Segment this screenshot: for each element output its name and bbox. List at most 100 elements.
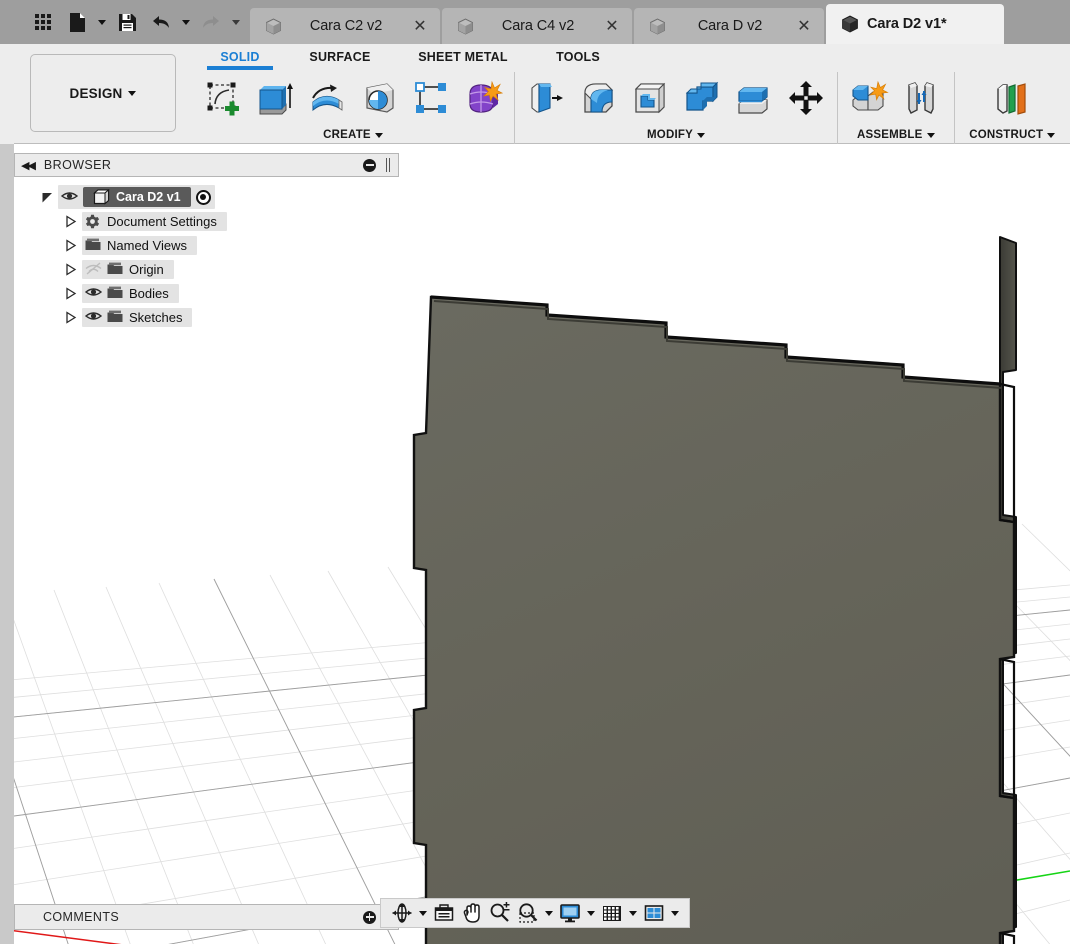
construct-panel-dropdown[interactable]: CONSTRUCT <box>955 129 1070 144</box>
view-navigation-bar <box>380 898 690 928</box>
redo-icon[interactable] <box>194 0 228 44</box>
document-tab-label: Cara C2 v2 <box>309 18 383 34</box>
extrude-icon[interactable] <box>250 74 300 122</box>
redo-dropdown-caret[interactable] <box>228 0 244 44</box>
document-tab-cara-c2[interactable]: Cara C2 v2 ✕ <box>250 8 440 44</box>
create-sketch-icon[interactable] <box>198 74 248 122</box>
fillet-icon[interactable] <box>573 74 623 122</box>
joint-icon[interactable] <box>896 74 946 122</box>
comments-panel[interactable]: COMMENTS <box>14 904 399 930</box>
ribbon-tab-label: SHEET METAL <box>418 50 508 64</box>
viewports-dropdown-caret[interactable] <box>669 900 681 926</box>
visibility-eye-hidden-icon[interactable] <box>85 262 102 276</box>
expand-triangle-icon[interactable] <box>64 262 78 276</box>
ribbon-tab-sheet-metal[interactable]: SHEET METAL <box>396 46 530 66</box>
display-settings-dropdown-caret[interactable] <box>585 900 597 926</box>
plus-circle-icon[interactable] <box>363 910 376 924</box>
combine-icon[interactable] <box>677 74 727 122</box>
left-edge-strip-top <box>0 0 14 44</box>
display-settings-icon[interactable] <box>557 900 583 926</box>
tree-row-named-views[interactable]: Named Views <box>14 233 399 257</box>
pan-icon[interactable] <box>459 900 485 926</box>
visibility-eye-icon[interactable] <box>61 190 78 204</box>
expand-triangle-icon[interactable] <box>40 190 54 204</box>
expand-triangle-icon[interactable] <box>64 286 78 300</box>
close-icon[interactable]: ✕ <box>794 16 814 36</box>
modify-panel-label: MODIFY <box>647 129 693 141</box>
folder-icon <box>107 286 124 300</box>
pattern-icon[interactable] <box>406 74 456 122</box>
tree-row-origin[interactable]: Origin <box>14 257 399 281</box>
visibility-eye-icon[interactable] <box>85 310 102 324</box>
form-icon[interactable] <box>458 74 508 122</box>
create-panel-label: CREATE <box>323 129 371 141</box>
workspace-switcher-button[interactable]: DESIGN <box>30 54 176 132</box>
zoom-icon[interactable] <box>487 900 513 926</box>
folder-icon <box>107 310 124 324</box>
gear-icon <box>85 214 102 229</box>
document-tab-label: Cara D v2 <box>697 18 763 34</box>
assemble-panel-dropdown[interactable]: ASSEMBLE <box>838 129 954 144</box>
save-icon[interactable] <box>110 0 144 44</box>
close-icon[interactable]: ✕ <box>410 16 430 36</box>
document-tab-label: Cara C4 v2 <box>501 18 575 34</box>
expand-triangle-icon[interactable] <box>64 214 78 228</box>
browser-header: ◀◀ BROWSER <box>14 153 399 177</box>
expand-triangle-icon[interactable] <box>64 238 78 252</box>
new-file-icon[interactable] <box>60 0 94 44</box>
document-tab-cara-c4[interactable]: Cara C4 v2 ✕ <box>442 8 632 44</box>
move-copy-icon[interactable] <box>781 74 831 122</box>
visibility-eye-icon[interactable] <box>85 286 102 300</box>
revolve-icon[interactable] <box>302 74 352 122</box>
shell-icon[interactable] <box>625 74 675 122</box>
activate-component-radio[interactable] <box>195 189 211 205</box>
create-panel-commands <box>192 72 514 124</box>
modify-panel-dropdown[interactable]: MODIFY <box>515 129 837 144</box>
expand-triangle-icon[interactable] <box>64 310 78 324</box>
browser-panel: ◀◀ BROWSER Cara D2 v1 Document Settings … <box>14 153 399 329</box>
document-tab-cara-d2-active[interactable]: Cara D2 v1* <box>826 4 1004 44</box>
offset-plane-icon[interactable] <box>987 74 1037 122</box>
tree-row-sketches[interactable]: Sketches <box>14 305 399 329</box>
new-file-dropdown-caret[interactable] <box>94 0 110 44</box>
tree-row-bodies[interactable]: Bodies <box>14 281 399 305</box>
tree-item-label: Named Views <box>107 237 187 253</box>
ribbon-tab-strip: SOLID SURFACE SHEET METAL TOOLS <box>196 46 626 72</box>
orbit-dropdown-caret[interactable] <box>417 900 429 926</box>
construct-panel-commands <box>955 72 1070 124</box>
undo-dropdown-caret[interactable] <box>178 0 194 44</box>
undo-icon[interactable] <box>144 0 178 44</box>
zoom-window-dropdown-caret[interactable] <box>543 900 555 926</box>
document-cube-icon <box>264 17 283 36</box>
comments-title: COMMENTS <box>43 910 120 924</box>
ribbon-tab-tools[interactable]: TOOLS <box>530 46 626 66</box>
workspace-label: DESIGN <box>69 85 123 101</box>
grid-snaps-dropdown-caret[interactable] <box>627 900 639 926</box>
tree-row-document-settings[interactable]: Document Settings <box>14 209 399 233</box>
look-at-icon[interactable] <box>431 900 457 926</box>
quick-access-toolbar <box>0 0 244 44</box>
panel-grip-icon[interactable] <box>386 158 392 172</box>
document-tab-cara-d[interactable]: Cara D v2 ✕ <box>634 8 824 44</box>
zoom-window-icon[interactable] <box>515 900 541 926</box>
app-grid-icon[interactable] <box>26 0 60 44</box>
ribbon-tab-solid[interactable]: SOLID <box>196 46 284 70</box>
grid-snaps-icon[interactable] <box>599 900 625 926</box>
orbit-icon[interactable] <box>389 900 415 926</box>
viewports-icon[interactable] <box>641 900 667 926</box>
tree-row-root[interactable]: Cara D2 v1 <box>14 185 399 209</box>
tree-item-label: Document Settings <box>107 213 217 229</box>
split-face-icon[interactable] <box>729 74 779 122</box>
collapse-left-icon[interactable]: ◀◀ <box>21 159 36 172</box>
minus-circle-icon[interactable] <box>363 158 376 172</box>
sweep-icon[interactable] <box>354 74 404 122</box>
create-panel-dropdown[interactable]: CREATE <box>192 129 514 144</box>
document-tab-bar: Cara C2 v2 ✕ Cara C4 v2 ✕ Cara D v2 ✕ Ca… <box>0 0 1070 44</box>
press-pull-icon[interactable] <box>521 74 571 122</box>
new-component-icon[interactable] <box>844 74 894 122</box>
root-component-chip[interactable]: Cara D2 v1 <box>83 187 191 207</box>
ribbon-panels: CREATE MODIFY ASSEMBLE CONSTRUCT <box>192 72 1070 144</box>
ribbon-tab-surface[interactable]: SURFACE <box>284 46 396 66</box>
close-icon[interactable]: ✕ <box>602 16 622 36</box>
assemble-panel-label: ASSEMBLE <box>857 129 923 141</box>
